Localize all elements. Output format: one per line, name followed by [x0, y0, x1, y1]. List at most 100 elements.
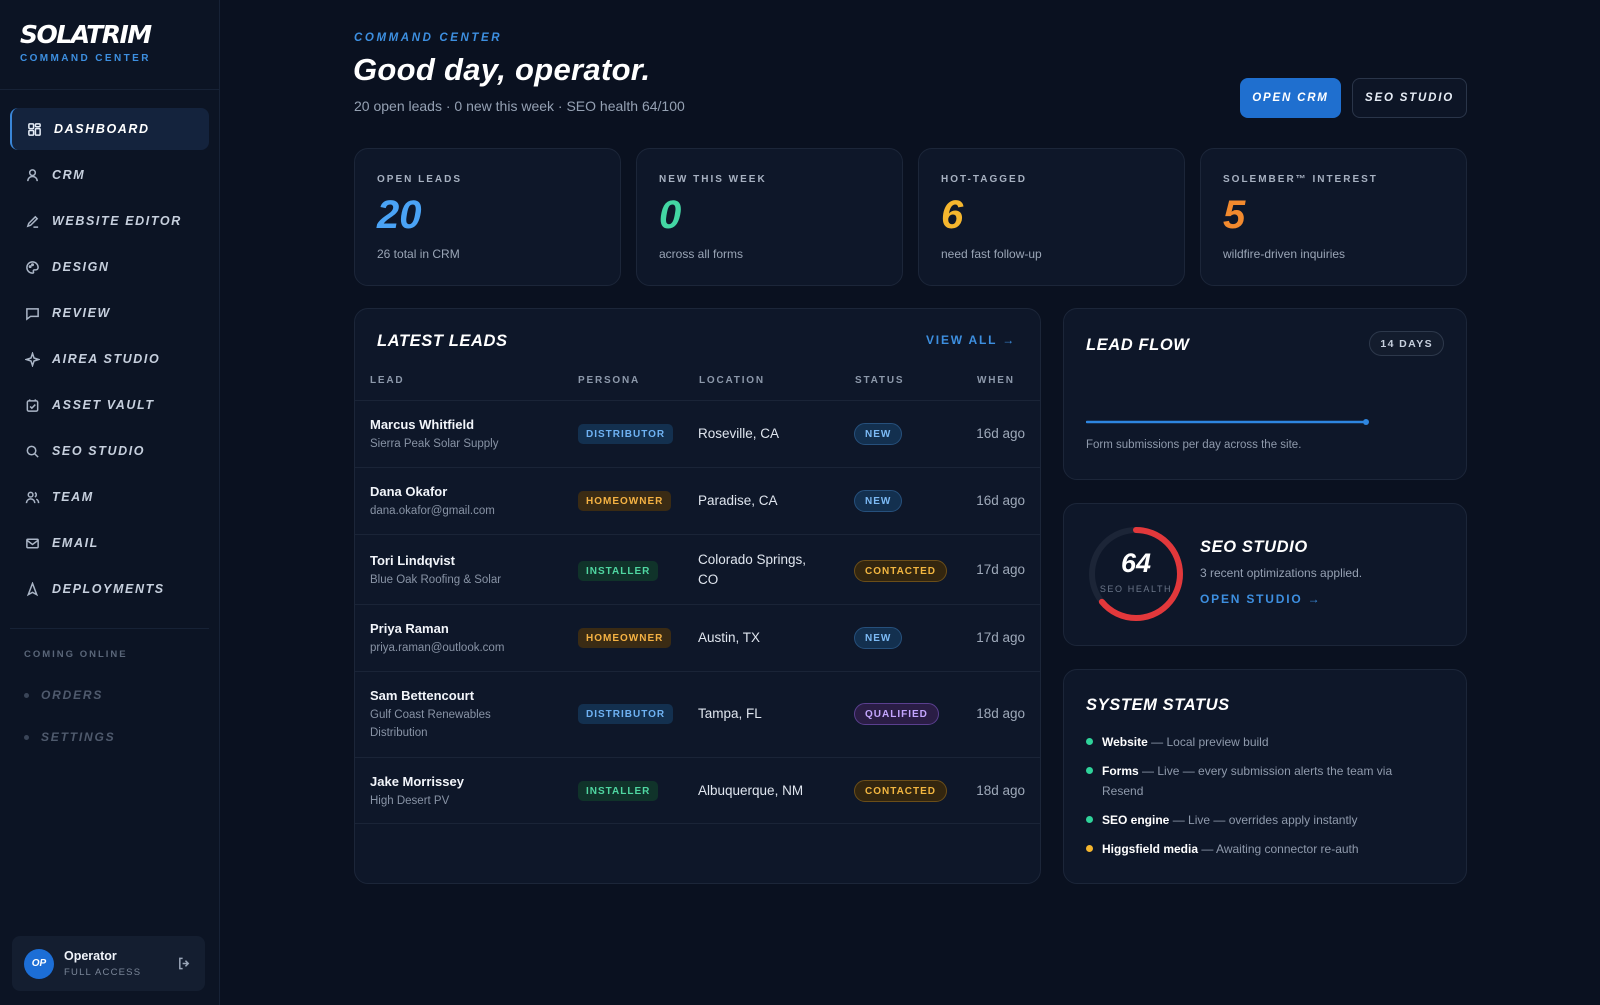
page-subtitle: 20 open leads · 0 new this week · SEO he… — [354, 98, 685, 114]
latest-leads-panel: LATEST LEADS VIEW ALL → LEAD PERSONA LOC… — [354, 308, 1041, 884]
stat-foot: 26 total in CRM — [377, 247, 460, 261]
user-icon — [24, 167, 40, 183]
stat-foot: wildfire-driven inquiries — [1223, 247, 1346, 261]
seo-studio-button[interactable]: SEO STUDIO — [1352, 78, 1467, 118]
user-card[interactable]: OP Operator FULL ACCESS — [12, 936, 205, 991]
stat-card-new-this-week: NEW THIS WEEK 0 across all forms — [636, 148, 903, 286]
column-header[interactable]: PERSONA — [578, 375, 640, 386]
status-dot-icon — [1086, 816, 1093, 823]
lead-name: Marcus Whitfield — [370, 417, 475, 432]
sidebar-item-deployments[interactable]: DEPLOYMENTS — [10, 568, 209, 610]
status-item: Website — Local preview build — [1086, 732, 1426, 752]
sidebar-item-label: DASHBOARD — [54, 122, 150, 136]
status-dot-icon — [1086, 845, 1093, 852]
sidebar-item-design[interactable]: DESIGN — [10, 246, 209, 288]
lead-company: Blue Oak Roofing & Solar — [370, 574, 502, 586]
status-item: Forms — Live — every submission alerts t… — [1086, 761, 1426, 801]
column-header[interactable]: LOCATION — [699, 375, 765, 386]
stat-label: OPEN LEADS — [377, 174, 463, 185]
stat-card-solember-interest: SOLEMBER™ INTEREST 5 wildfire-driven inq… — [1200, 148, 1467, 286]
brand-logo[interactable]: SOLATRIM — [20, 20, 199, 49]
sidebar-item-dashboard[interactable]: DASHBOARD — [10, 108, 209, 150]
column-header[interactable]: LEAD — [370, 375, 404, 386]
seo-studio-panel: 64 SEO HEALTH SEO STUDIO 3 recent optimi… — [1063, 503, 1467, 646]
pencil-icon — [24, 213, 40, 229]
status-text: — Live — every submission alerts the tea… — [1102, 764, 1393, 798]
open-crm-button[interactable]: OPEN CRM — [1240, 78, 1341, 118]
table-row[interactable]: Dana Okafor dana.okafor@gmail.com HOMEOW… — [355, 467, 1040, 534]
sidebar-item-label: DESIGN — [52, 260, 110, 274]
persona-badge: DISTRIBUTOR — [578, 424, 674, 444]
sidebar-item-airea-studio[interactable]: AIREA STUDIO — [10, 338, 209, 380]
stat-foot: across all forms — [659, 247, 744, 261]
sidebar-item-seo-studio[interactable]: SEO STUDIO — [10, 430, 209, 472]
view-all-link[interactable]: VIEW ALL → — [926, 333, 1016, 347]
sidebar-item-orders: ORDERS — [0, 674, 219, 716]
column-header[interactable]: STATUS — [855, 375, 904, 386]
sidebar-item-email[interactable]: EMAIL — [10, 522, 209, 564]
lead-when: 17d ago — [976, 630, 1025, 645]
brand: SOLATRIM COMMAND CENTER — [0, 0, 219, 90]
status-item: SEO engine — Live — overrides apply inst… — [1086, 810, 1426, 830]
table-row[interactable]: Sam Bettencourt Gulf Coast Renewables Di… — [355, 671, 1040, 757]
lead-name: Dana Okafor — [370, 484, 448, 499]
lead-company: Gulf Coast Renewables Distribution — [370, 709, 491, 739]
status-name: Forms — [1102, 764, 1139, 778]
logout-icon[interactable] — [177, 956, 193, 972]
table-row[interactable]: Priya Raman priya.raman@outlook.com HOME… — [355, 604, 1040, 671]
coming-online-heading: COMING ONLINE — [24, 649, 128, 660]
panel-title: LEAD FLOW — [1086, 336, 1190, 354]
lead-email: dana.okafor@gmail.com — [370, 505, 495, 517]
lead-email: priya.raman@outlook.com — [370, 642, 505, 654]
vault-icon — [24, 397, 40, 413]
sidebar-item-settings: SETTINGS — [0, 716, 219, 758]
mail-icon — [24, 535, 40, 551]
stat-label: SOLEMBER™ INTEREST — [1223, 174, 1378, 185]
sidebar-item-crm[interactable]: CRM — [10, 154, 209, 196]
open-studio-link[interactable]: OPEN STUDIO → — [1200, 592, 1321, 606]
search-icon — [24, 443, 40, 459]
lead-location: Austin, TX — [698, 630, 761, 645]
lead-location: Colorado Springs, CO — [698, 552, 807, 587]
chat-icon — [24, 305, 40, 321]
panel-title: SEO STUDIO — [1200, 538, 1308, 556]
persona-badge: HOMEOWNER — [578, 491, 672, 511]
panel-title: LATEST LEADS — [377, 332, 508, 350]
lead-name: Priya Raman — [370, 621, 449, 636]
sidebar: SOLATRIM COMMAND CENTER DASHBOARD CRM WE… — [0, 0, 220, 1005]
lead-location: Paradise, CA — [698, 493, 778, 508]
status-text: — Local preview build — [1147, 735, 1269, 749]
column-header[interactable]: WHEN — [977, 375, 1015, 386]
status-badge: CONTACTED — [854, 780, 948, 802]
sidebar-item-team[interactable]: TEAM — [10, 476, 209, 518]
lead-name: Jake Morrissey — [370, 774, 464, 789]
lead-when: 16d ago — [976, 426, 1025, 441]
range-selector[interactable]: 14 DAYS — [1369, 331, 1444, 356]
table-row[interactable]: Jake Morrissey High Desert PV INSTALLER … — [355, 757, 1040, 824]
sidebar-item-review[interactable]: REVIEW — [10, 292, 209, 334]
page-title: Good day, operator. — [353, 52, 651, 87]
lead-location: Albuquerque, NM — [698, 783, 804, 798]
sidebar-item-website-editor[interactable]: WEBSITE EDITOR — [10, 200, 209, 242]
status-text: — Live — overrides apply instantly — [1169, 813, 1358, 827]
table-row[interactable]: Marcus Whitfield Sierra Peak Solar Suppl… — [355, 400, 1040, 467]
sidebar-item-asset-vault[interactable]: ASSET VAULT — [10, 384, 209, 426]
lead-when: 18d ago — [976, 706, 1025, 721]
seo-health-gauge: 64 SEO HEALTH — [1086, 524, 1186, 624]
sidebar-item-label: DEPLOYMENTS — [52, 582, 165, 596]
status-name: Higgsfield media — [1102, 842, 1199, 856]
table-row[interactable]: Tori Lindqvist Blue Oak Roofing & Solar … — [355, 534, 1040, 604]
stat-card-hot-tagged: HOT-TAGGED 6 need fast follow-up — [918, 148, 1185, 286]
seo-description: 3 recent optimizations applied. — [1200, 566, 1363, 580]
lead-flow-panel: LEAD FLOW 14 DAYS Form submissions per d… — [1063, 308, 1467, 480]
status-badge: QUALIFIED — [854, 703, 939, 725]
dot-icon — [24, 734, 29, 740]
lead-location: Roseville, CA — [698, 426, 780, 441]
dot-icon — [24, 692, 29, 698]
sidebar-item-label: REVIEW — [52, 306, 111, 320]
rocket-icon — [24, 581, 40, 597]
lead-name: Sam Bettencourt — [370, 688, 475, 703]
sidebar-item-label: WEBSITE EDITOR — [52, 214, 182, 228]
stat-value: 20 — [377, 193, 422, 237]
palette-icon — [24, 259, 40, 275]
